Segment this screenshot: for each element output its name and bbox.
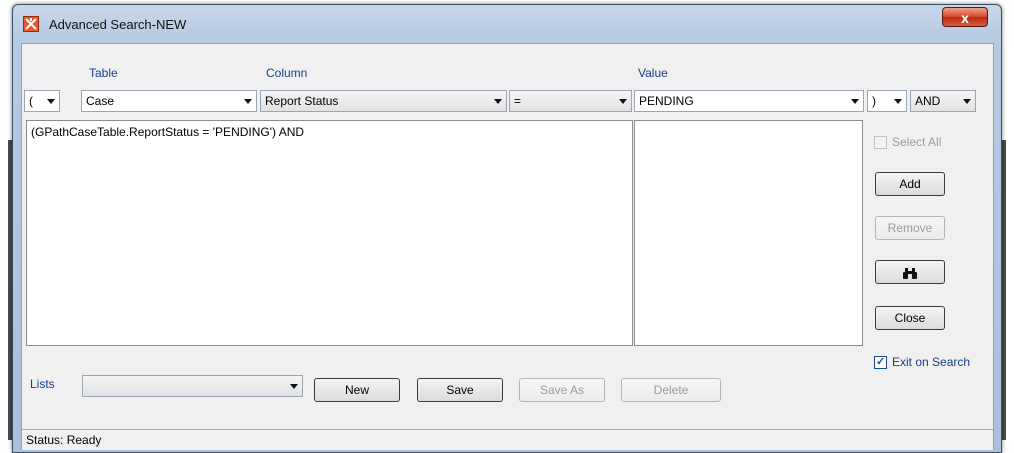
close-icon[interactable]: x bbox=[942, 7, 988, 27]
client-area: Table Column Value ( Case Report Status … bbox=[21, 43, 994, 450]
advanced-search-window: Advanced Search-NEW x Table Column Value… bbox=[12, 4, 1002, 453]
column-dropdown[interactable]: Report Status bbox=[260, 90, 507, 112]
expression-panel[interactable]: (GPathCaseTable.ReportStatus = 'PENDING'… bbox=[26, 120, 633, 346]
background-right bbox=[1002, 0, 1014, 453]
delete-button[interactable]: Delete bbox=[621, 378, 721, 402]
select-all-label: Select All bbox=[892, 135, 942, 149]
open-paren-value: ( bbox=[29, 94, 33, 108]
background-left bbox=[0, 0, 12, 453]
close-button[interactable]: Close bbox=[875, 306, 945, 330]
chevron-down-icon bbox=[894, 99, 902, 104]
lists-label: Lists bbox=[30, 377, 55, 391]
select-all-box bbox=[874, 136, 887, 149]
chevron-down-icon bbox=[494, 99, 502, 104]
chevron-down-icon bbox=[290, 384, 298, 389]
exit-on-search-box: ✓ bbox=[874, 356, 887, 369]
add-button[interactable]: Add bbox=[875, 172, 945, 196]
conjunction-value: AND bbox=[915, 94, 941, 108]
binoculars-icon bbox=[902, 265, 918, 279]
save-button[interactable]: Save bbox=[417, 378, 503, 402]
chevron-down-icon bbox=[244, 99, 252, 104]
chevron-down-icon bbox=[963, 99, 971, 104]
remove-button[interactable]: Remove bbox=[875, 216, 945, 240]
title-bar: Advanced Search-NEW x bbox=[13, 5, 1001, 41]
conjunction-dropdown[interactable]: AND bbox=[910, 90, 976, 112]
column-value: Report Status bbox=[265, 94, 339, 108]
close-paren-dropdown[interactable]: ) bbox=[867, 90, 907, 112]
search-button[interactable] bbox=[875, 260, 945, 284]
operator-value: = bbox=[514, 94, 522, 108]
table-dropdown[interactable]: Case bbox=[81, 90, 257, 112]
new-button[interactable]: New bbox=[314, 378, 400, 402]
exit-on-search-label: Exit on Search bbox=[892, 355, 971, 369]
chevron-down-icon bbox=[47, 99, 55, 104]
chevron-down-icon bbox=[619, 99, 627, 104]
checkmark-icon: ✓ bbox=[876, 356, 886, 368]
operator-dropdown[interactable]: = bbox=[509, 90, 632, 112]
open-paren-dropdown[interactable]: ( bbox=[24, 90, 60, 112]
status-text: Status: Ready bbox=[26, 433, 102, 447]
app-logo-icon bbox=[23, 16, 39, 32]
value-value: PENDING bbox=[639, 94, 694, 108]
value-dropdown[interactable]: PENDING bbox=[634, 90, 864, 112]
status-bar: Status: Ready bbox=[22, 429, 993, 450]
close-paren-value: ) bbox=[872, 94, 876, 108]
lists-dropdown[interactable] bbox=[82, 375, 303, 397]
value-list-panel[interactable] bbox=[634, 120, 863, 346]
save-as-button[interactable]: Save As bbox=[519, 378, 605, 402]
window-title: Advanced Search-NEW bbox=[49, 17, 187, 32]
value-label: Value bbox=[638, 66, 668, 80]
column-label: Column bbox=[266, 66, 308, 80]
expression-text: (GPathCaseTable.ReportStatus = 'PENDING'… bbox=[31, 125, 305, 139]
chevron-down-icon bbox=[851, 99, 859, 104]
table-value: Case bbox=[86, 94, 115, 108]
table-label: Table bbox=[89, 66, 118, 80]
